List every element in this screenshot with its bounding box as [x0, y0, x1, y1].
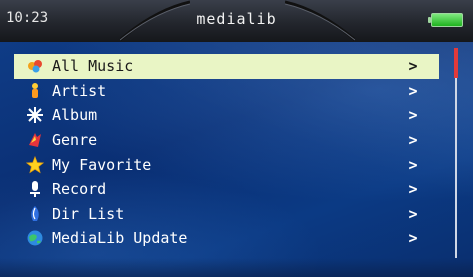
menu-item-label: MediaLib Update — [52, 229, 188, 248]
menu-item-label: Dir List — [52, 204, 125, 223]
menu-item-label: Genre — [52, 131, 98, 150]
all-music-icon — [24, 57, 46, 75]
scrollbar-thumb[interactable] — [454, 48, 458, 78]
menu-item-label: My Favorite — [52, 155, 152, 174]
chevron-right-icon: > — [408, 204, 418, 223]
record-icon — [24, 180, 46, 198]
battery-icon — [428, 13, 463, 27]
scrollbar-track[interactable] — [455, 48, 457, 258]
chevron-right-icon: > — [408, 81, 418, 100]
menu-item-dir-list[interactable]: Dir List > — [14, 202, 439, 227]
menu-item-artist[interactable]: Artist > — [14, 79, 439, 104]
menu-item-label: All Music — [52, 57, 134, 76]
menu-item-record[interactable]: Record > — [14, 177, 439, 202]
status-bar: 10:23 medialib — [0, 0, 473, 43]
menu-item-genre[interactable]: Genre > — [14, 128, 439, 153]
page-title: medialib — [196, 10, 277, 28]
medialib-panel: All Music > Artist > Album > Genre > My … — [0, 42, 473, 277]
album-icon — [24, 106, 46, 124]
menu-item-label: Artist — [52, 81, 107, 100]
chevron-right-icon: > — [408, 57, 418, 76]
favorite-star-icon — [24, 155, 46, 174]
chevron-right-icon: > — [408, 131, 418, 150]
chevron-right-icon: > — [408, 106, 418, 125]
chevron-right-icon: > — [408, 155, 418, 174]
menu-item-label: Album — [52, 106, 98, 125]
menu-item-label: Record — [52, 180, 107, 199]
genre-icon — [24, 131, 46, 149]
menu-item-album[interactable]: Album > — [14, 103, 439, 128]
artist-icon — [24, 82, 46, 100]
dir-list-icon — [24, 205, 46, 223]
update-globe-icon — [24, 229, 46, 247]
menu-item-my-favorite[interactable]: My Favorite > — [14, 152, 439, 177]
chevron-right-icon: > — [408, 180, 418, 199]
menu-item-medialib-update[interactable]: MediaLib Update > — [14, 226, 439, 251]
bottom-shade — [0, 258, 473, 277]
chevron-right-icon: > — [408, 229, 418, 248]
menu-item-all-music[interactable]: All Music > — [14, 54, 439, 79]
menu-list: All Music > Artist > Album > Genre > My … — [14, 54, 439, 251]
